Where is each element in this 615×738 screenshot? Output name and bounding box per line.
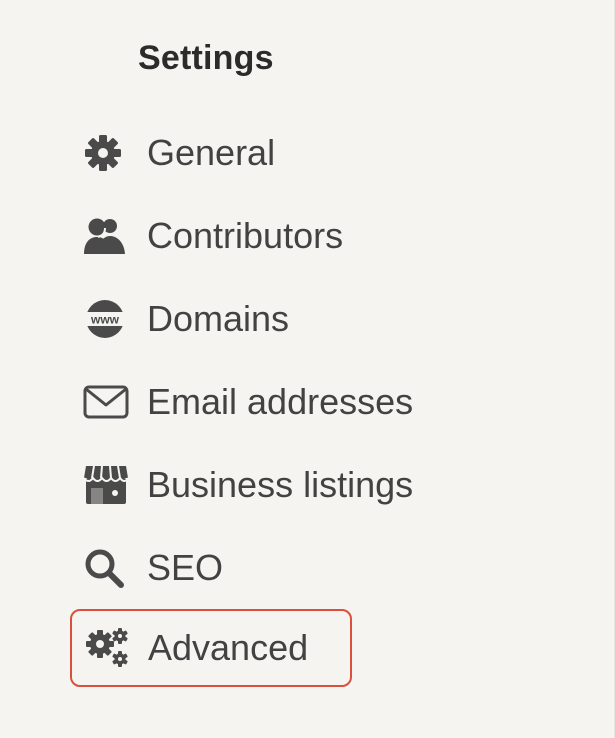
nav-item-label: Contributors xyxy=(147,215,344,256)
www-globe-icon: www xyxy=(83,296,129,342)
gear-icon xyxy=(83,130,129,176)
settings-panel: Settings General Contributors www Domain… xyxy=(0,0,615,738)
envelope-icon xyxy=(83,379,129,425)
settings-title: Settings xyxy=(138,39,274,77)
nav-item-label: SEO xyxy=(147,547,224,588)
nav-item-domains[interactable]: www Domains xyxy=(82,289,289,349)
nav-item-label: Domains xyxy=(147,298,290,339)
nav-item-email-addresses[interactable]: Email addresses xyxy=(82,372,413,432)
storefront-icon xyxy=(83,462,129,508)
gears-icon xyxy=(84,625,130,671)
nav-item-label: Advanced xyxy=(148,627,309,668)
search-icon xyxy=(83,545,129,591)
nav-item-advanced[interactable]: Advanced xyxy=(70,609,352,687)
contributors-icon xyxy=(83,213,129,259)
nav-item-label: Business listings xyxy=(147,464,414,505)
nav-item-general[interactable]: General xyxy=(82,123,275,183)
nav-item-seo[interactable]: SEO xyxy=(82,538,223,598)
svg-text:www: www xyxy=(90,313,120,327)
nav-item-label: General xyxy=(147,132,276,173)
nav-item-contributors[interactable]: Contributors xyxy=(82,206,343,266)
nav-item-business-listings[interactable]: Business listings xyxy=(82,455,413,515)
nav-item-label: Email addresses xyxy=(147,381,414,422)
